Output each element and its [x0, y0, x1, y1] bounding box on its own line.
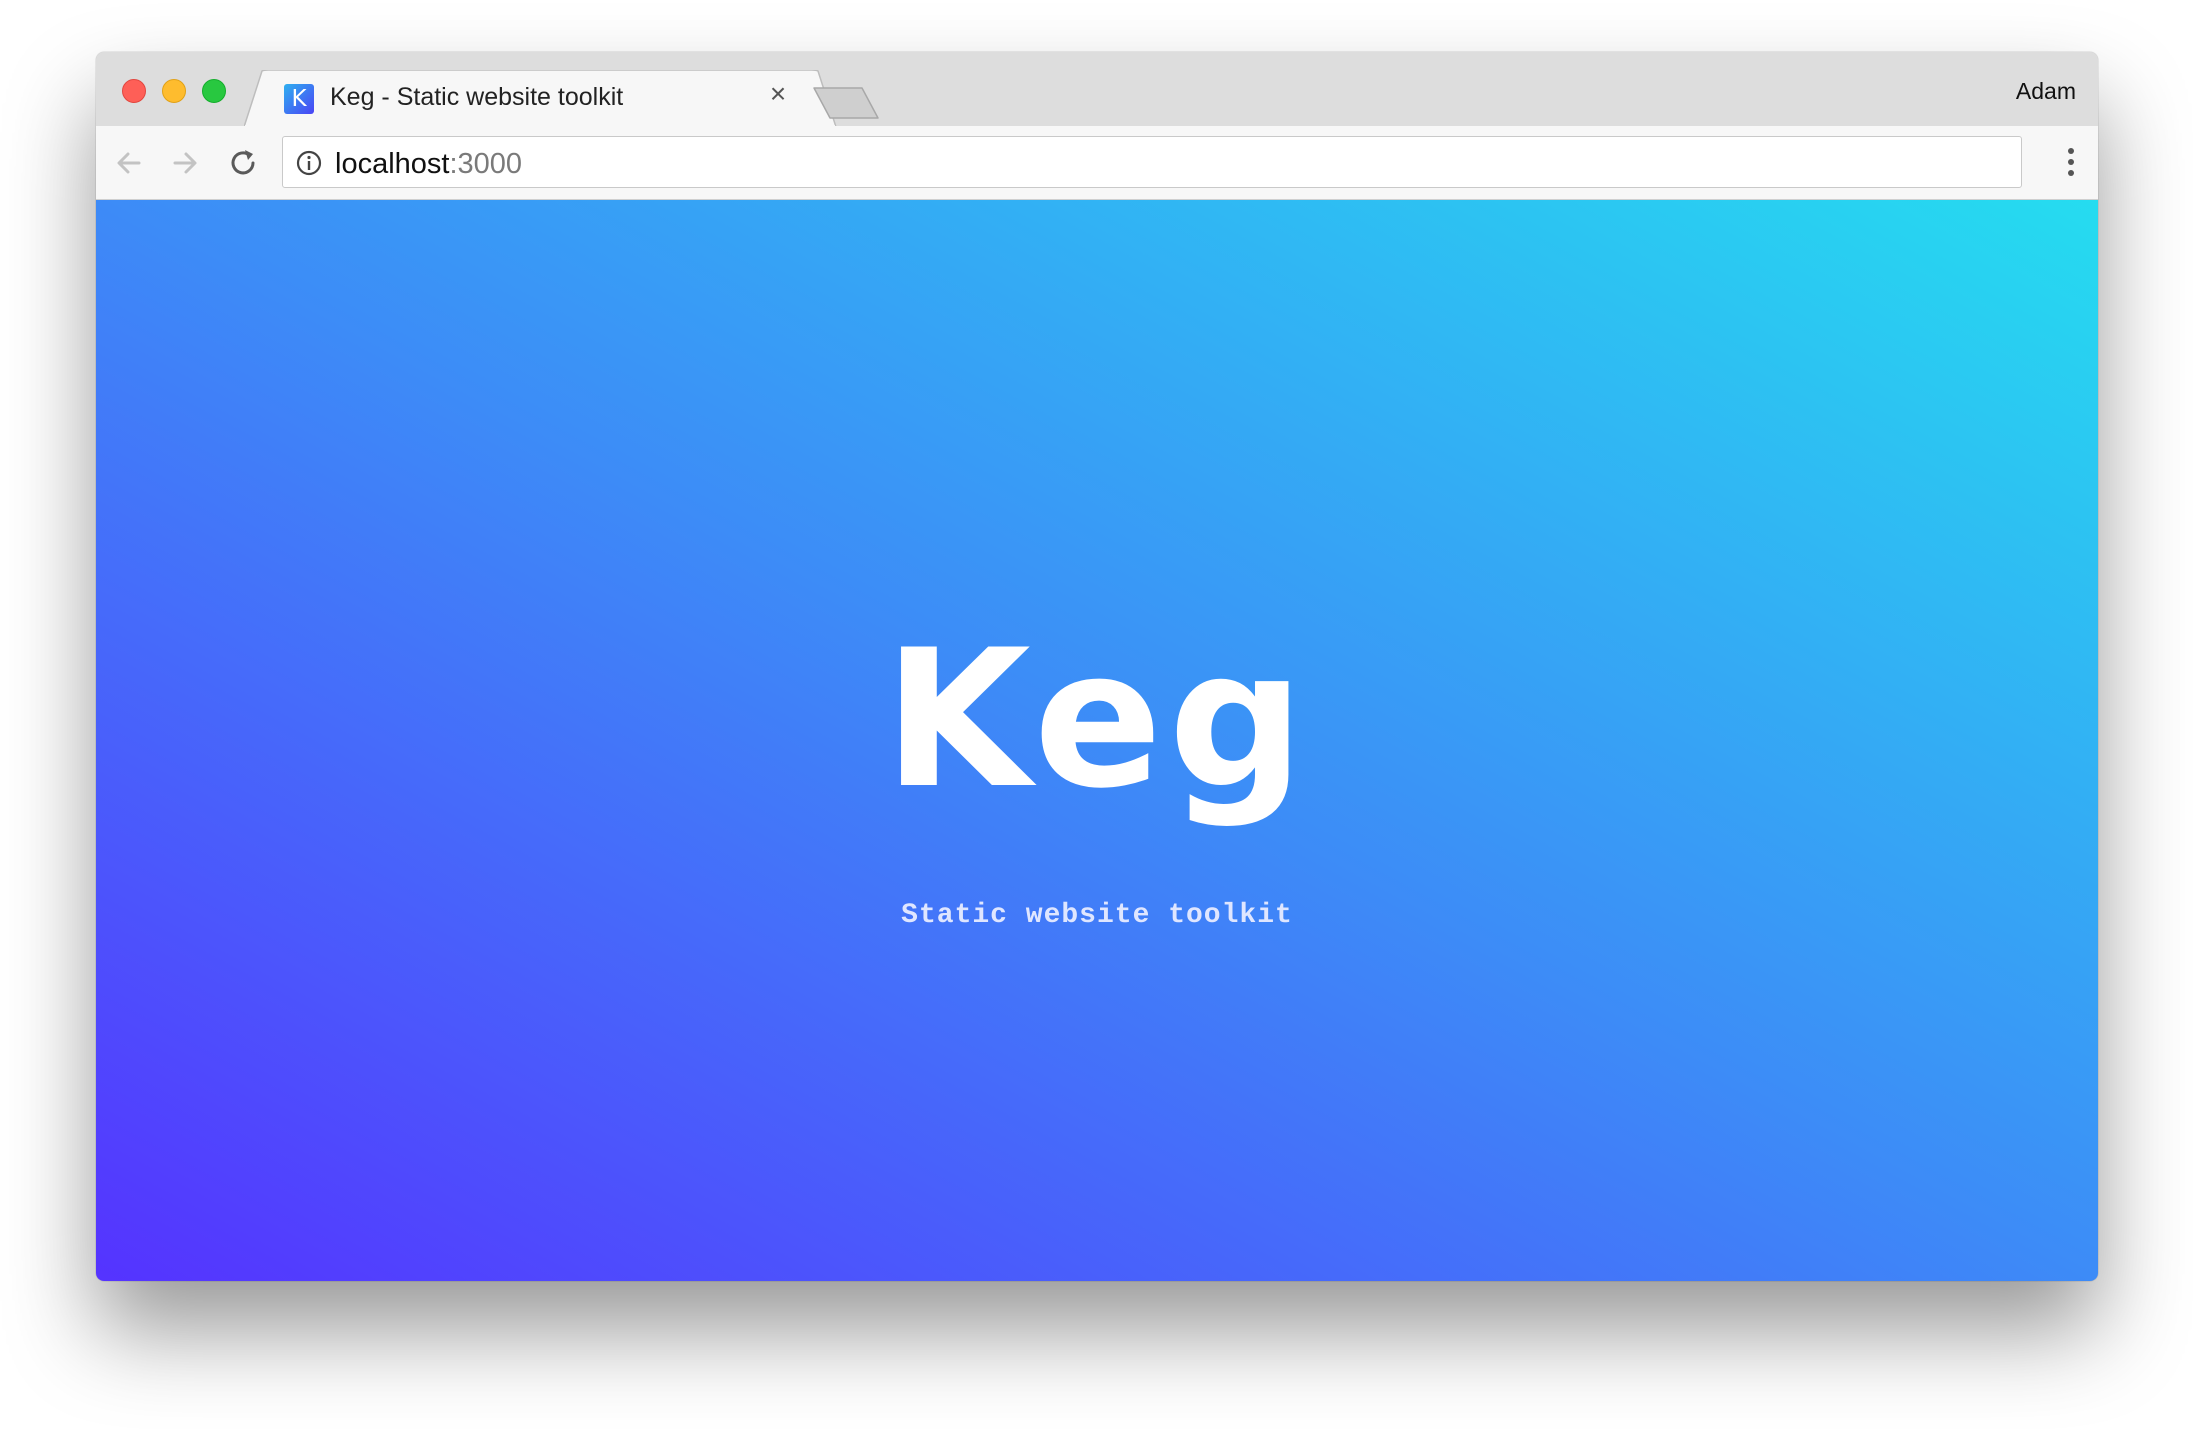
close-tab-icon[interactable]: × [764, 80, 792, 108]
forward-arrow-icon[interactable] [168, 146, 202, 180]
page-content: Keg Static website toolkit [96, 200, 2098, 1281]
url-text: localhost:3000 [335, 148, 522, 181]
browser-window: K Keg - Static website toolkit × Adam lo… [96, 52, 2098, 1281]
minimize-window-button[interactable] [162, 79, 186, 103]
maximize-window-button[interactable] [202, 79, 226, 103]
reload-icon[interactable] [226, 146, 260, 180]
info-circle-icon[interactable] [295, 149, 323, 177]
url-host: localhost [335, 148, 450, 180]
tab-title: Keg - Static website toolkit [330, 83, 624, 111]
tagline: Static website toolkit [901, 900, 1293, 931]
close-window-button[interactable] [122, 79, 146, 103]
tab-bar: K Keg - Static website toolkit × Adam [96, 52, 2098, 127]
new-tab-button[interactable] [812, 86, 882, 120]
back-arrow-icon[interactable] [112, 146, 146, 180]
favicon-icon: K [284, 84, 314, 114]
active-tab[interactable]: K Keg - Static website toolkit × [244, 70, 837, 127]
toolbar: localhost:3000 [96, 126, 2098, 200]
vertical-dots-icon[interactable] [2066, 148, 2076, 180]
keg-logo: Keg [883, 609, 1311, 830]
profile-name[interactable]: Adam [2016, 78, 2076, 105]
url-port: :3000 [449, 148, 523, 180]
address-bar[interactable]: localhost:3000 [282, 136, 2022, 188]
